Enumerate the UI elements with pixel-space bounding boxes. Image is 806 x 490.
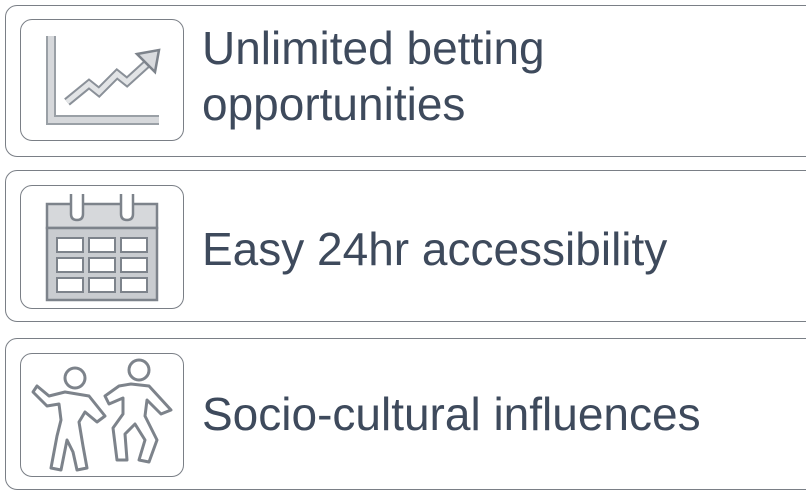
feature-label: Easy 24hr accessibility	[202, 223, 668, 275]
feature-card-accessibility: Easy 24hr accessibility	[5, 170, 806, 322]
feature-label: Socio-cultural influences	[202, 388, 701, 440]
feature-label-line-2: opportunities	[202, 78, 466, 130]
feature-label: Unlimited betting opportunities	[202, 20, 545, 132]
icon-frame	[20, 19, 184, 141]
icon-frame	[20, 185, 184, 309]
calendar-icon	[45, 194, 159, 302]
dancing-people-icon	[31, 358, 173, 472]
feature-card-betting: Unlimited betting opportunities	[5, 5, 806, 157]
icon-frame	[20, 353, 184, 477]
line-chart-icon	[46, 36, 161, 125]
feature-card-socio-cultural: Socio-cultural influences	[5, 338, 806, 490]
feature-label-line-1: Unlimited betting	[202, 22, 545, 74]
